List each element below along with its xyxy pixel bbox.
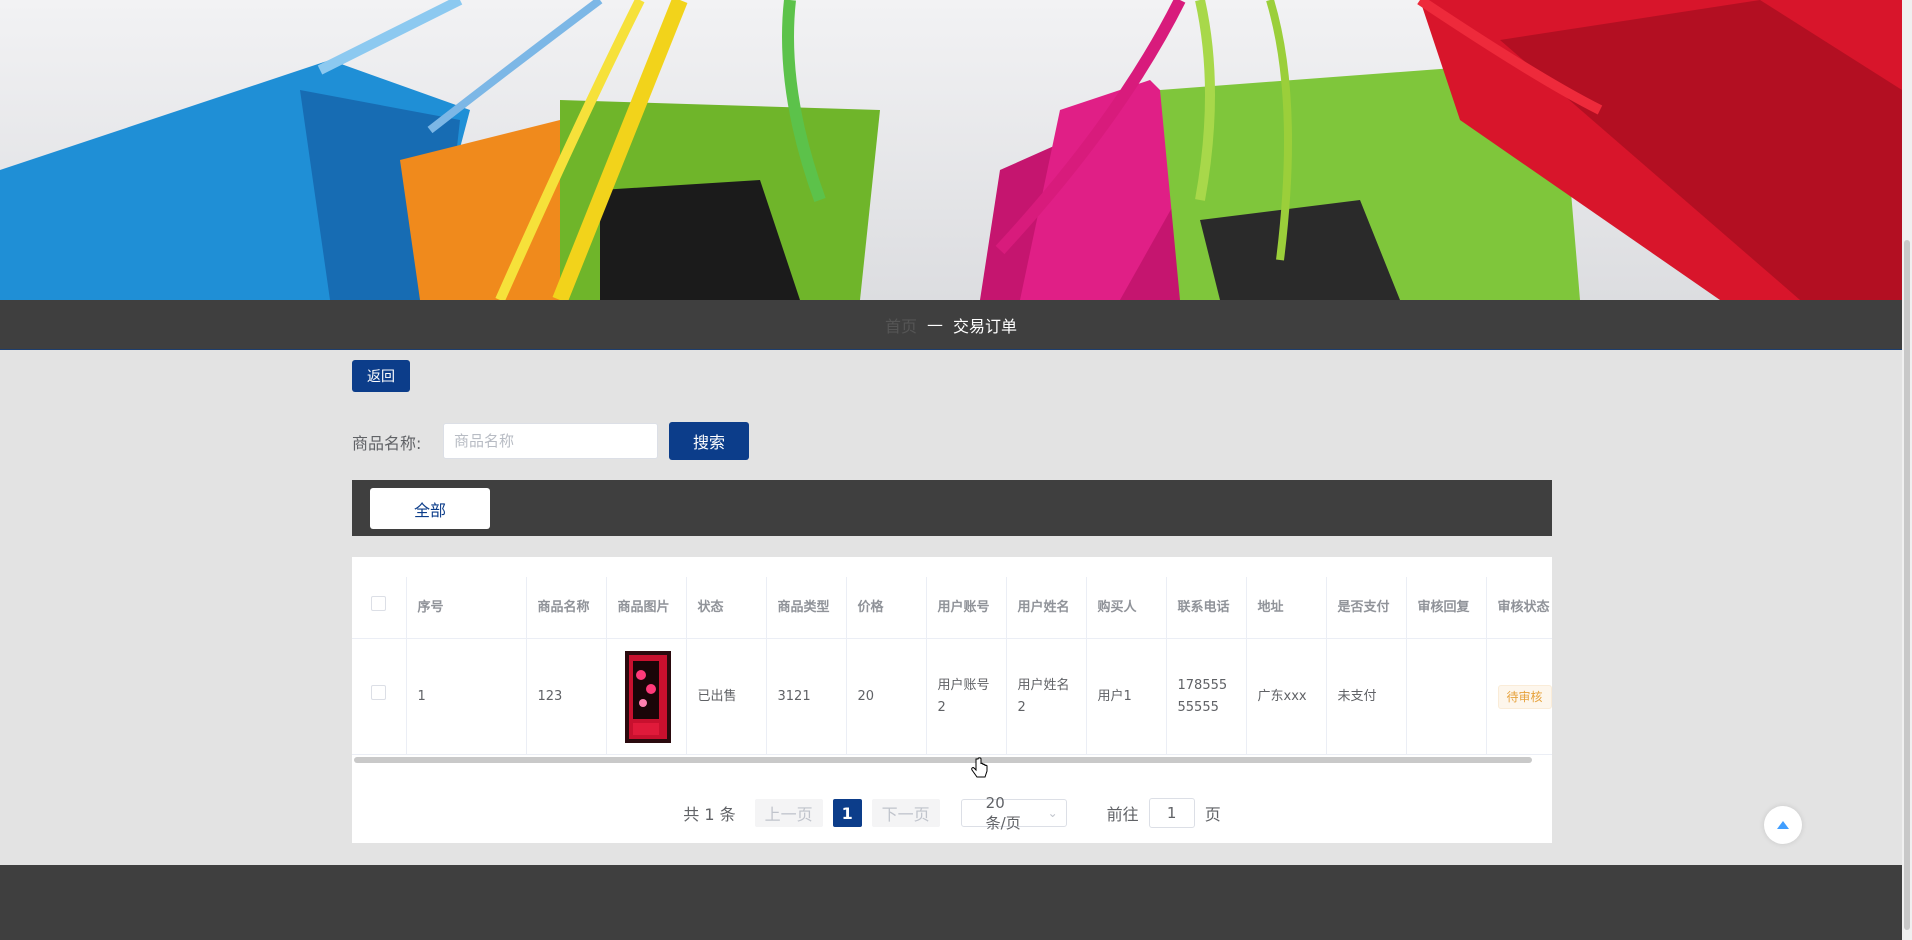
column-header: 是否支付 xyxy=(1326,577,1407,639)
product-image xyxy=(624,650,671,743)
page-size-select[interactable]: 20条/页 ⌄ xyxy=(960,794,1067,832)
table-horizontal-scrollbar[interactable] xyxy=(354,757,1532,763)
column-header: 审核状态 xyxy=(1486,577,1552,639)
cell-address: 广东xxx xyxy=(1246,638,1327,755)
column-header: 用户账号 xyxy=(926,577,1007,639)
cell-product-type: 3121 xyxy=(766,638,847,755)
column-header: 商品名称 xyxy=(526,577,607,639)
goto-page-input[interactable] xyxy=(1148,798,1195,828)
tab-all[interactable]: 全部 xyxy=(370,488,490,529)
search-button[interactable]: 搜索 xyxy=(669,422,749,460)
breadcrumb-separator: — xyxy=(927,315,943,334)
page-footer xyxy=(0,865,1902,940)
pagination: 共 1 条 上一页 1 下一页 20条/页 ⌄ 前往 页 xyxy=(352,794,1552,832)
orders-table-container: 序号 商品名称 商品图片 状态 商品类型 价格 用户账号 用户姓名 购买人 联系… xyxy=(352,577,1552,757)
page-number-current[interactable]: 1 xyxy=(832,799,862,827)
breadcrumb: 首页 — 交易订单 xyxy=(0,300,1902,350)
column-header: 商品图片 xyxy=(606,577,687,639)
cell-paid: 未支付 xyxy=(1326,638,1407,755)
next-page-button[interactable]: 下一页 xyxy=(871,799,940,827)
back-button[interactable]: 返回 xyxy=(352,360,410,392)
cell-product-image xyxy=(606,638,687,755)
cell-phone: 17855555555 xyxy=(1166,638,1247,755)
breadcrumb-home[interactable]: 首页 xyxy=(885,313,917,337)
cell-status: 已出售 xyxy=(686,638,767,755)
cell-price: 20 xyxy=(846,638,927,755)
column-header: 状态 xyxy=(686,577,767,639)
column-header: 用户姓名 xyxy=(1006,577,1087,639)
table-header-row: 序号 商品名称 商品图片 状态 商品类型 价格 用户账号 用户姓名 购买人 联系… xyxy=(352,577,1552,639)
pagination-total: 共 1 条 xyxy=(683,805,736,824)
scrollbar-thumb[interactable] xyxy=(1904,240,1910,930)
cell-index: 1 xyxy=(406,638,527,755)
column-header: 购买人 xyxy=(1086,577,1167,639)
select-all-checkbox[interactable] xyxy=(371,596,387,611)
chevron-down-icon: ⌄ xyxy=(1047,806,1058,820)
shopping-bags-banner-image xyxy=(0,0,1902,300)
back-to-top-button[interactable] xyxy=(1764,806,1802,844)
orders-table: 序号 商品名称 商品图片 状态 商品类型 价格 用户账号 用户姓名 购买人 联系… xyxy=(352,577,1552,755)
cell-user-name: 用户姓名2 xyxy=(1006,638,1087,755)
search-input[interactable] xyxy=(443,423,658,459)
cell-product-name: 123 xyxy=(526,638,607,755)
row-checkbox-cell[interactable] xyxy=(352,638,407,755)
cell-review-reply xyxy=(1406,638,1487,755)
column-header: 联系电话 xyxy=(1166,577,1247,639)
status-badge: 待审核 xyxy=(1497,684,1552,709)
hero-banner xyxy=(0,0,1902,300)
breadcrumb-current: 交易订单 xyxy=(953,316,1018,336)
caret-up-icon xyxy=(1777,821,1789,829)
orders-panel: 序号 商品名称 商品图片 状态 商品类型 价格 用户账号 用户姓名 购买人 联系… xyxy=(352,557,1552,843)
cell-user-account: 用户账号2 xyxy=(926,638,1007,755)
cell-buyer: 用户1 xyxy=(1086,638,1167,755)
column-header: 价格 xyxy=(846,577,927,639)
prev-page-button[interactable]: 上一页 xyxy=(754,799,823,827)
search-label: 商品名称: xyxy=(352,434,422,453)
column-header: 审核回复 xyxy=(1406,577,1487,639)
select-all-checkbox-cell[interactable] xyxy=(352,577,407,639)
hand-cursor-icon xyxy=(971,757,988,778)
column-header: 商品类型 xyxy=(766,577,847,639)
page-unit-label: 页 xyxy=(1204,805,1221,824)
page-scrollbar[interactable] xyxy=(1902,0,1912,940)
column-header: 序号 xyxy=(406,577,527,639)
filter-tab-bar: 全部 xyxy=(352,480,1552,536)
cell-review-status: 待审核 xyxy=(1486,638,1552,755)
column-header: 地址 xyxy=(1246,577,1327,639)
row-checkbox[interactable] xyxy=(371,685,387,700)
table-row[interactable]: 1 123 已出售 3121 20 用户账号2 用户姓名2 用户1 178555… xyxy=(352,638,1552,755)
page-size-value: 20条/页 xyxy=(985,793,1021,832)
goto-label: 前往 xyxy=(1106,805,1139,824)
